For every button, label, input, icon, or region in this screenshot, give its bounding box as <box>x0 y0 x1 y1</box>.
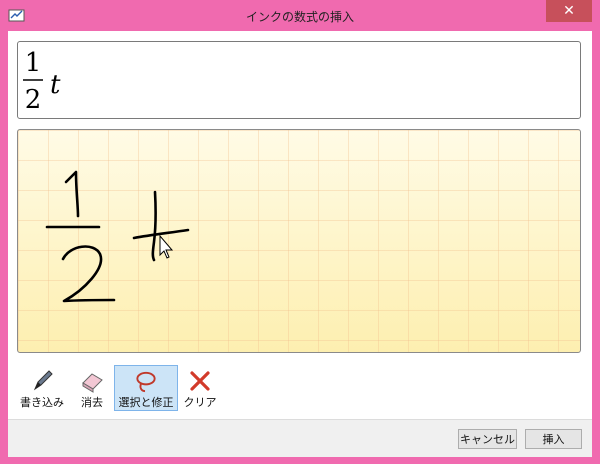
dialog-window: インクの数式の挿入 ✕ 1 2 t 書き込み 消去 選択と修正 クリア キャンセ… <box>0 0 600 464</box>
dialog-footer: キャンセル 挿入 <box>8 419 592 457</box>
preview-denominator: 2 <box>25 85 42 115</box>
write-tool-label: 書き込み <box>20 396 64 409</box>
window-title: インクの数式の挿入 <box>245 10 354 24</box>
select-correct-tool-button[interactable]: 選択と修正 <box>114 365 178 411</box>
clear-tool-button[interactable]: クリア <box>180 365 220 411</box>
preview-numerator: 1 <box>25 48 42 78</box>
insert-button[interactable]: 挿入 <box>525 429 582 449</box>
ink-toolbar: 書き込み 消去 選択と修正 クリア <box>8 363 592 413</box>
eraser-icon <box>82 373 103 393</box>
close-button[interactable]: ✕ <box>546 0 592 22</box>
mouse-cursor-icon <box>159 234 174 259</box>
dialog-content: 1 2 t 書き込み 消去 選択と修正 クリア キャンセル 挿入 <box>8 31 592 457</box>
erase-tool-button[interactable]: 消去 <box>72 365 112 411</box>
erase-tool-label: 消去 <box>81 396 103 409</box>
cancel-button[interactable]: キャンセル <box>458 429 517 449</box>
close-icon: ✕ <box>563 3 575 19</box>
select-correct-tool-label: 選択と修正 <box>118 396 174 409</box>
equation-preview: 1 2 t <box>17 41 581 119</box>
ink-stroke-one <box>64 170 80 218</box>
ink-stroke-two <box>61 245 116 303</box>
ink-stroke-t-vertical <box>151 190 157 262</box>
lasso-icon <box>136 371 156 393</box>
title-bar[interactable]: インクの数式の挿入 ✕ <box>0 0 600 32</box>
clear-x-icon <box>190 371 210 391</box>
ink-writing-area[interactable] <box>17 129 581 353</box>
preview-variable: t <box>50 70 61 100</box>
pen-icon <box>33 370 53 391</box>
handwritten-ink <box>45 170 190 303</box>
write-tool-button[interactable]: 書き込み <box>14 365 70 411</box>
clear-tool-label: クリア <box>183 396 217 409</box>
equation-preview-render: 1 2 t <box>23 48 61 115</box>
